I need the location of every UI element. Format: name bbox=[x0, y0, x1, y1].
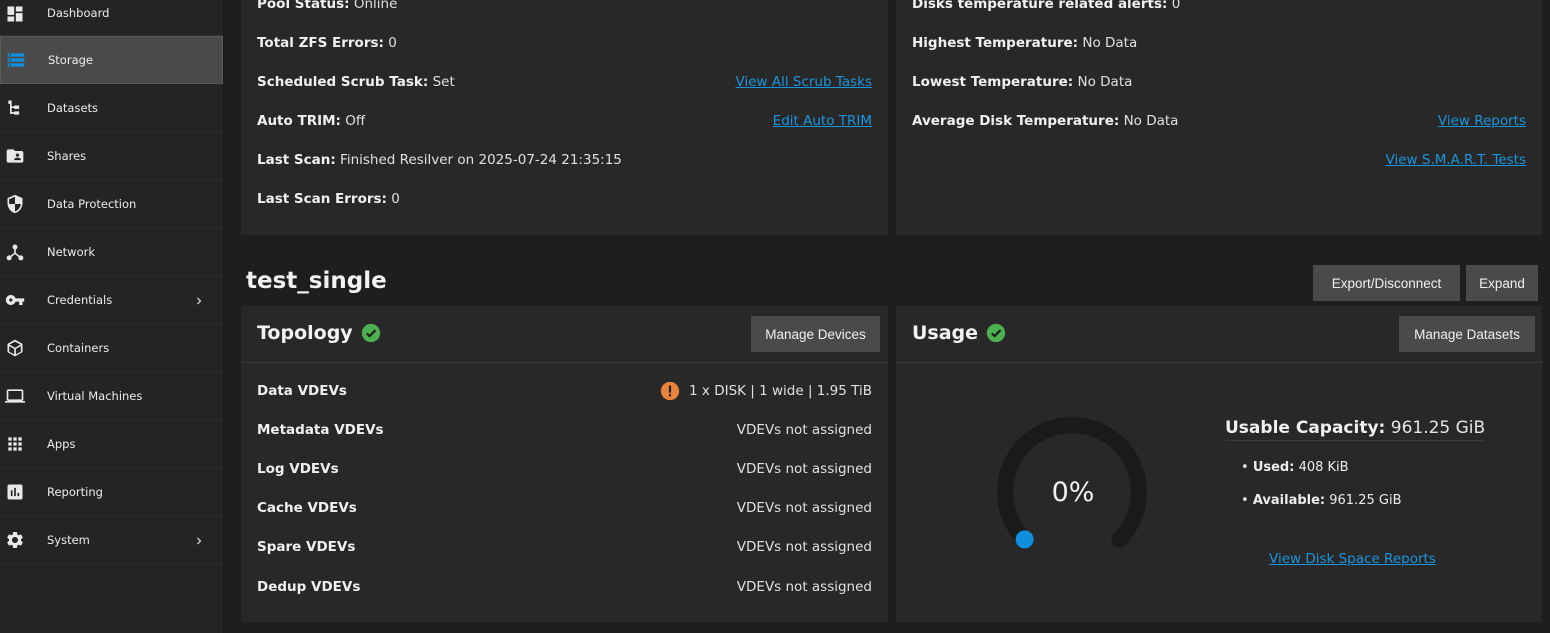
zfs-health-card: Pool Status: Online Total ZFS Errors: 0 … bbox=[241, 0, 888, 235]
storage-icon bbox=[6, 50, 26, 70]
last-scan-errors-row: Last Scan Errors: 0 bbox=[257, 191, 400, 207]
usage-card: Usage Manage Datasets 0% Usable Capacity… bbox=[896, 306, 1542, 622]
data-vdevs-label: Data VDEVs bbox=[257, 383, 347, 399]
sidebar: Dashboard Storage Datasets Shares Data P… bbox=[0, 0, 224, 633]
manage-datasets-button[interactable]: Manage Datasets bbox=[1399, 316, 1535, 352]
sidebar-item-virtual-machines[interactable]: Virtual Machines bbox=[0, 372, 223, 420]
key-icon bbox=[5, 290, 25, 310]
available-row: • Available: 961.25 GiB bbox=[1241, 493, 1402, 508]
metadata-vdevs-value: VDEVs not assigned bbox=[736, 422, 872, 438]
sidebar-item-credentials[interactable]: Credentials bbox=[0, 276, 223, 324]
chevron-right-icon bbox=[192, 293, 206, 307]
sidebar-item-containers[interactable]: Containers bbox=[0, 324, 223, 372]
sidebar-item-storage[interactable]: Storage bbox=[0, 36, 223, 84]
gear-icon bbox=[5, 530, 25, 550]
total-zfs-errors-row: Total ZFS Errors: 0 bbox=[257, 35, 397, 51]
temp-alerts-row: Disks temperature related alerts: 0 bbox=[912, 0, 1181, 12]
sidebar-item-system[interactable]: System bbox=[0, 516, 223, 564]
sidebar-item-data-protection[interactable]: Data Protection bbox=[0, 180, 223, 228]
pool-name: test_single bbox=[246, 268, 387, 294]
sidebar-item-shares[interactable]: Shares bbox=[0, 132, 223, 180]
usage-gauge: 0% bbox=[997, 417, 1147, 549]
spare-vdevs-label: Spare VDEVs bbox=[257, 539, 356, 555]
chevron-right-icon bbox=[192, 533, 206, 547]
shield-icon bbox=[5, 194, 25, 214]
topology-title: Topology bbox=[257, 322, 381, 344]
last-scan-row: Last Scan: Finished Resilver on 2025-07-… bbox=[257, 152, 622, 168]
sidebar-item-reporting[interactable]: Reporting bbox=[0, 468, 223, 516]
export-disconnect-button[interactable]: Export/Disconnect bbox=[1313, 265, 1460, 301]
view-smart-tests-link[interactable]: View S.M.A.R.T. Tests bbox=[1386, 152, 1526, 168]
expand-button[interactable]: Expand bbox=[1466, 265, 1538, 301]
sidebar-item-datasets[interactable]: Datasets bbox=[0, 84, 223, 132]
cache-vdevs-value: VDEVs not assigned bbox=[736, 500, 872, 516]
view-disk-space-reports-link[interactable]: View Disk Space Reports bbox=[1269, 551, 1436, 567]
average-temperature-row: Average Disk Temperature: No Data bbox=[912, 113, 1179, 129]
view-all-scrub-tasks-link[interactable]: View All Scrub Tasks bbox=[736, 74, 872, 90]
topology-header: Topology Manage Devices bbox=[241, 306, 888, 363]
check-circle-icon bbox=[361, 323, 380, 343]
bar-chart-icon bbox=[5, 482, 25, 502]
manage-devices-button[interactable]: Manage Devices bbox=[751, 316, 880, 352]
sidebar-item-network[interactable]: Network bbox=[0, 228, 223, 276]
highest-temperature-row: Highest Temperature: No Data bbox=[912, 35, 1138, 51]
metadata-vdevs-label: Metadata VDEVs bbox=[257, 422, 384, 438]
usable-capacity: Usable Capacity: 961.25 GiB bbox=[1225, 418, 1486, 441]
sidebar-item-dashboard[interactable]: Dashboard bbox=[0, 0, 223, 36]
used-row: • Used: 408 KiB bbox=[1241, 460, 1349, 475]
usage-title: Usage bbox=[912, 322, 1006, 344]
network-icon bbox=[5, 242, 25, 262]
edit-auto-trim-link[interactable]: Edit Auto TRIM bbox=[773, 113, 872, 129]
dashboard-icon bbox=[5, 4, 25, 24]
cache-vdevs-label: Cache VDEVs bbox=[257, 500, 357, 516]
apps-grid-icon bbox=[5, 434, 25, 454]
log-vdevs-label: Log VDEVs bbox=[257, 461, 339, 477]
warning-icon bbox=[660, 381, 680, 401]
datasets-tree-icon bbox=[5, 98, 25, 118]
gauge-indicator bbox=[1015, 530, 1034, 549]
data-vdevs-value: 1 x DISK | 1 wide | 1.95 TiB bbox=[660, 381, 872, 401]
usage-header: Usage Manage Datasets bbox=[896, 306, 1542, 363]
sidebar-item-apps[interactable]: Apps bbox=[0, 420, 223, 468]
usage-percent: 0% bbox=[1052, 477, 1095, 508]
disk-health-card: Disks temperature related alerts: 0 High… bbox=[896, 0, 1542, 235]
log-vdevs-value: VDEVs not assigned bbox=[736, 461, 872, 477]
laptop-icon bbox=[5, 386, 25, 406]
topology-card: Topology Manage Devices Data VDEVs 1 x D… bbox=[241, 306, 888, 622]
package-icon bbox=[5, 338, 25, 358]
scheduled-scrub-row: Scheduled Scrub Task: Set bbox=[257, 74, 455, 90]
lowest-temperature-row: Lowest Temperature: No Data bbox=[912, 74, 1133, 90]
dedup-vdevs-value: VDEVs not assigned bbox=[736, 579, 872, 595]
dedup-vdevs-label: Dedup VDEVs bbox=[257, 579, 361, 595]
view-reports-link[interactable]: View Reports bbox=[1438, 113, 1526, 129]
spare-vdevs-value: VDEVs not assigned bbox=[736, 539, 872, 555]
pool-status-row: Pool Status: Online bbox=[257, 0, 398, 12]
check-circle-icon bbox=[986, 323, 1006, 343]
auto-trim-row: Auto TRIM: Off bbox=[257, 113, 366, 129]
shared-folder-icon bbox=[5, 146, 25, 166]
